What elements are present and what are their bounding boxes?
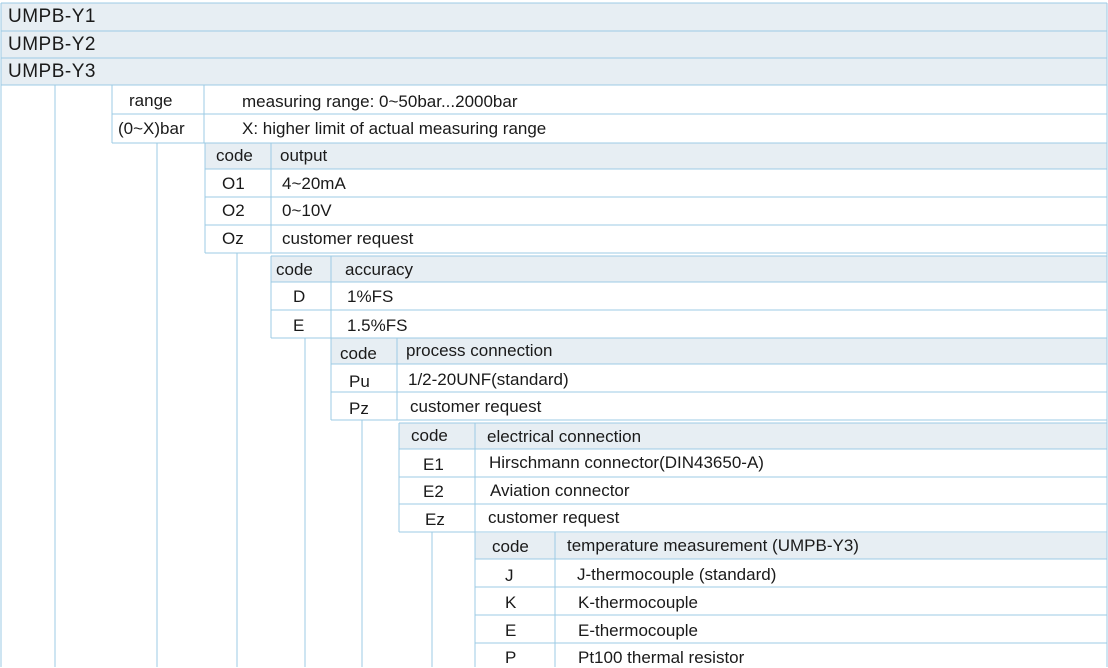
temperature-label: J-thermocouple (standard) — [577, 565, 777, 584]
output-code: O2 — [222, 201, 245, 220]
accuracy-label: 1%FS — [347, 287, 394, 306]
output-code-header: code — [216, 146, 253, 165]
model-name: UMPB-Y2 — [8, 34, 96, 55]
output-label: 4~20mA — [282, 174, 346, 193]
output-label: 0~10V — [282, 201, 332, 220]
temperature-code: E — [505, 621, 517, 640]
output-label: customer request — [282, 229, 414, 248]
temperature-label: E-thermocouple — [578, 621, 699, 640]
process-connection-title: process connection — [406, 341, 553, 360]
range-label: range — [129, 91, 173, 110]
electrical-connection-label: Hirschmann connector(DIN43650-A) — [489, 453, 764, 472]
process-connection-code: Pu — [349, 372, 370, 391]
output-code: O1 — [222, 174, 245, 193]
output-title: output — [280, 146, 328, 165]
temperature-title: temperature measurement (UMPB-Y3) — [567, 536, 859, 555]
process-connection-label: 1/2-20UNF(standard) — [408, 370, 569, 389]
electrical-connection-code: E1 — [423, 455, 444, 474]
accuracy-title: accuracy — [345, 260, 414, 279]
electrical-connection-label: Aviation connector — [490, 481, 630, 500]
electrical-connection-code-header: code — [411, 426, 448, 445]
electrical-connection-code: Ez — [425, 510, 445, 529]
output-code: Oz — [222, 229, 244, 248]
accuracy-label: 1.5%FS — [347, 316, 408, 335]
electrical-connection-label: customer request — [488, 508, 620, 527]
temperature-code: J — [505, 566, 514, 585]
model-name: UMPB-Y1 — [8, 6, 96, 27]
temperature-label: K-thermocouple — [578, 593, 699, 612]
accuracy-code: E — [293, 316, 305, 335]
accuracy-code-header: code — [276, 260, 313, 279]
process-connection-label: customer request — [410, 397, 542, 416]
model-name: UMPB-Y3 — [8, 61, 96, 82]
temperature-code: P — [505, 648, 517, 667]
accuracy-code: D — [293, 287, 306, 306]
electrical-connection-code: E2 — [423, 482, 444, 501]
process-connection-code: Pz — [349, 399, 369, 418]
electrical-connection-title: electrical connection — [487, 427, 642, 446]
temperature-code-header: code — [492, 537, 529, 556]
range-code-description: X: higher limit of actual measuring rang… — [242, 119, 547, 138]
temperature-label: Pt100 thermal resistor — [578, 648, 745, 667]
range-code: (0~X)bar — [118, 119, 185, 138]
range-description: measuring range: 0~50bar...2000bar — [242, 92, 518, 111]
temperature-code: K — [505, 593, 517, 612]
process-connection-code-header: code — [340, 344, 377, 363]
